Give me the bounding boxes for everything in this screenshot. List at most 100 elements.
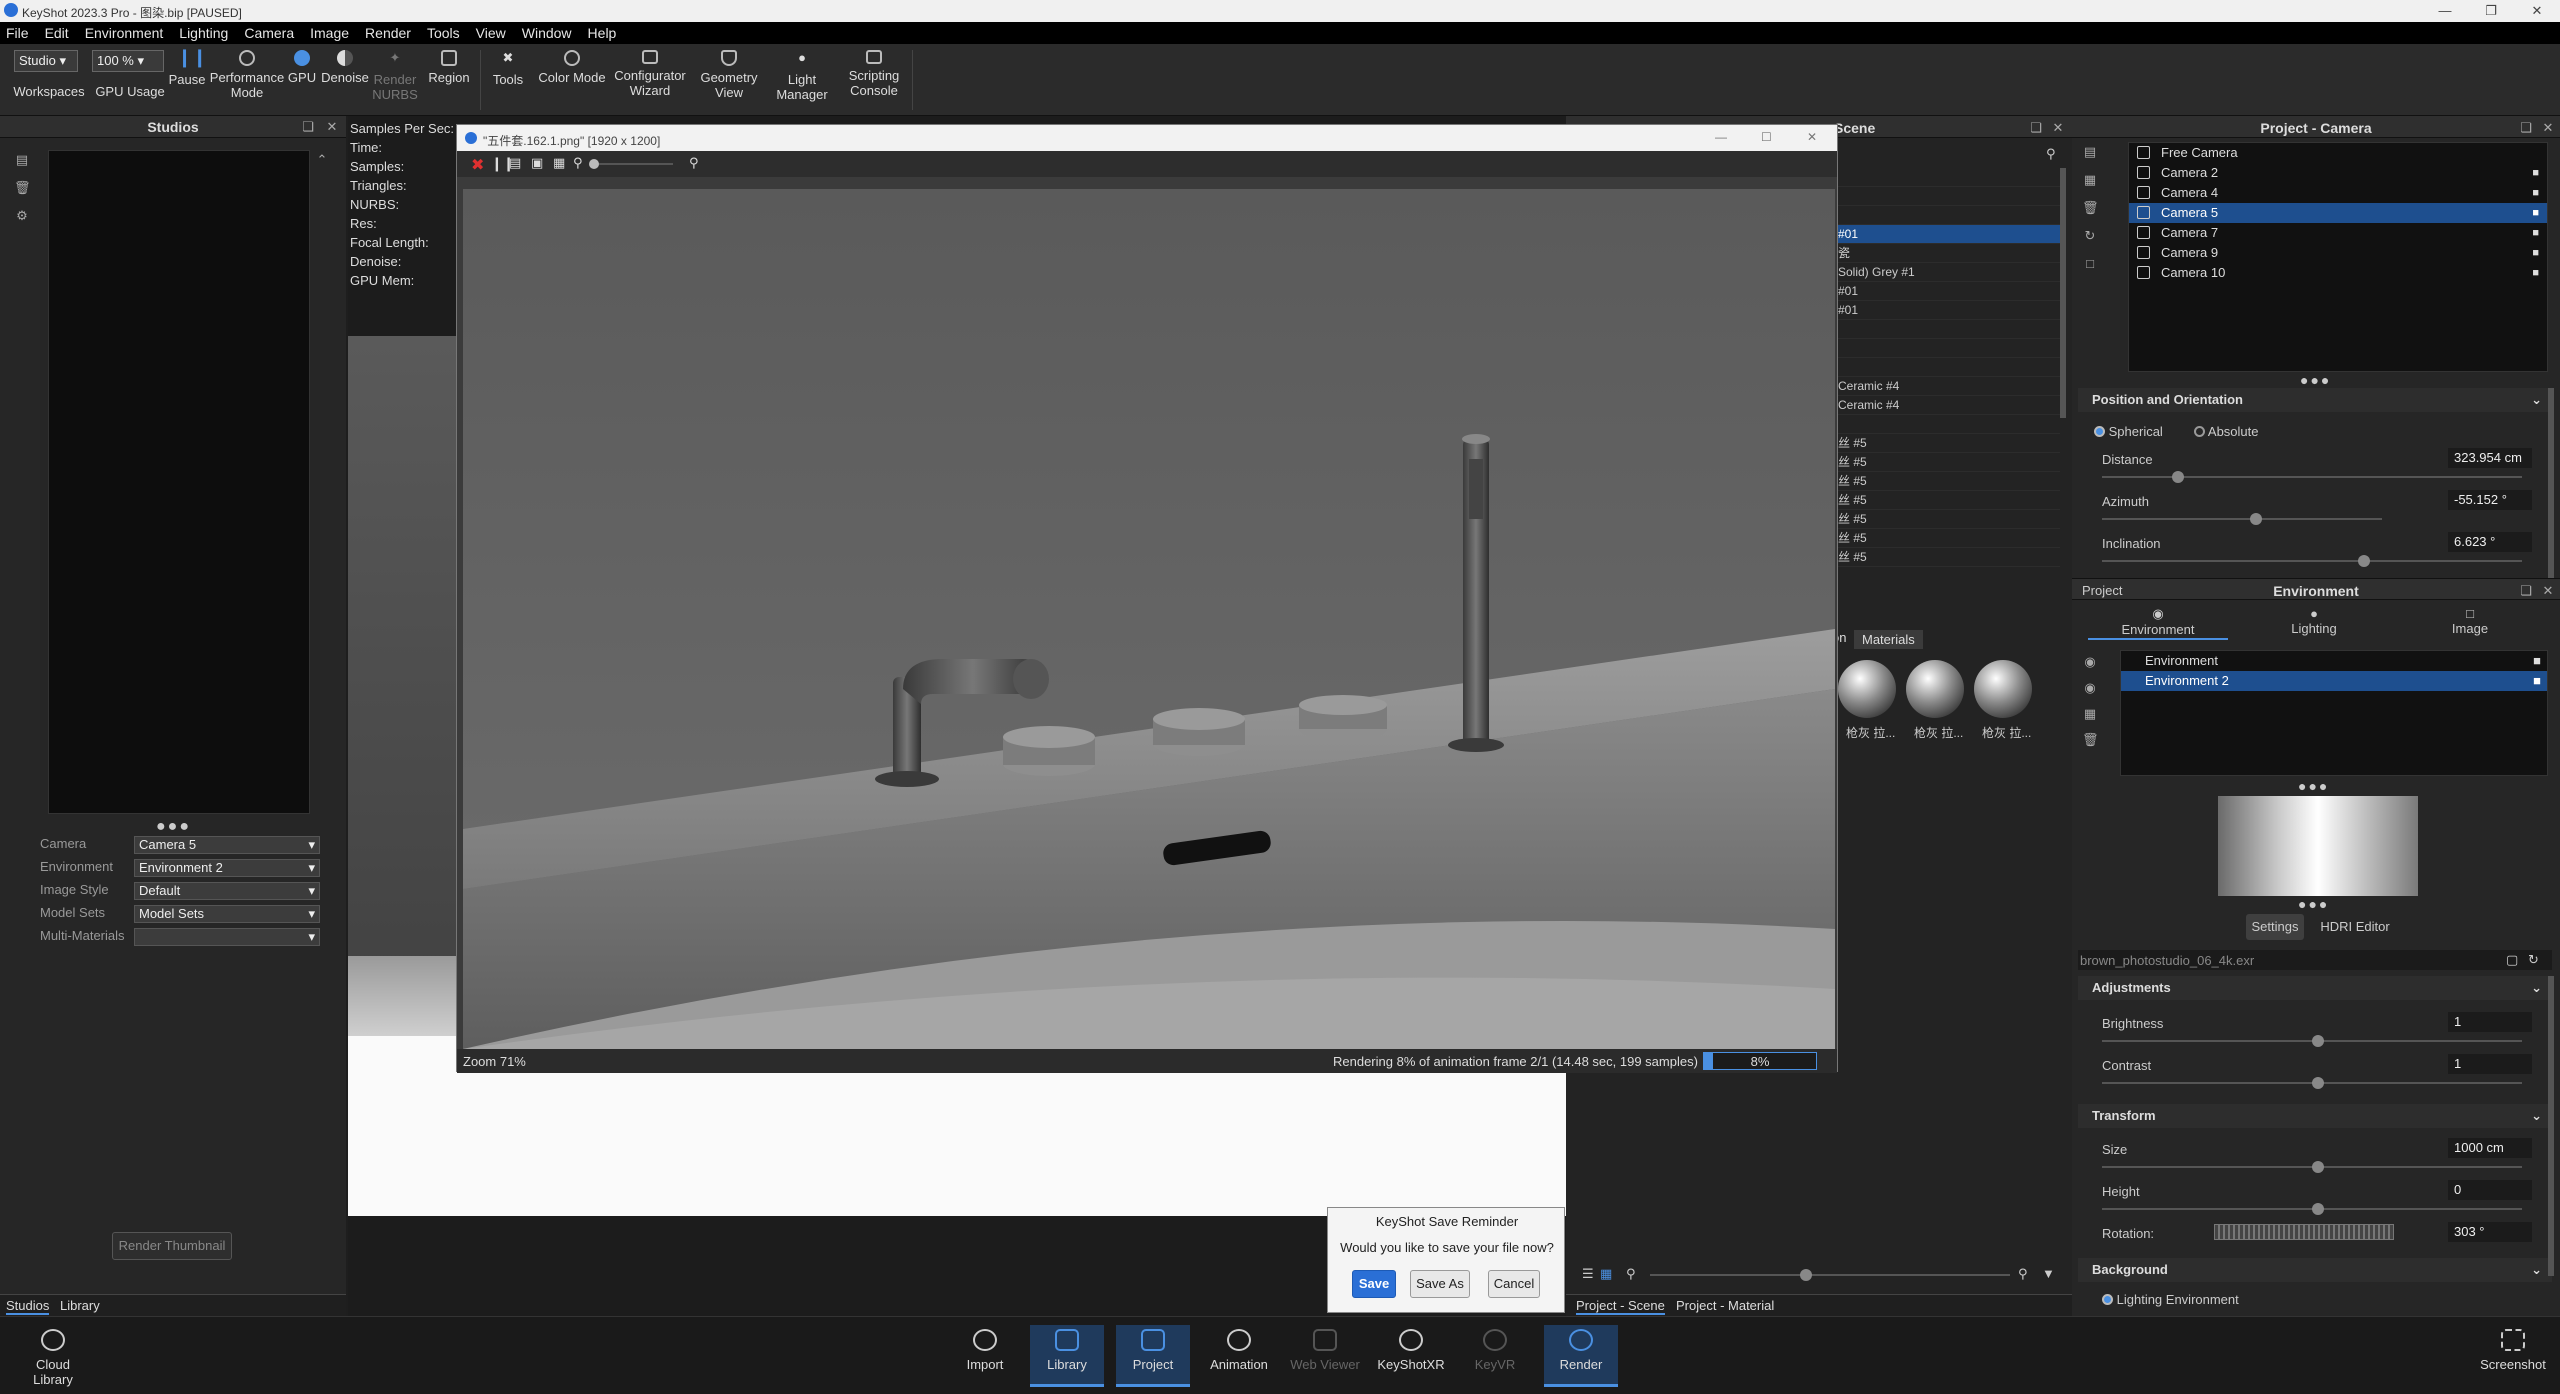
- float-panel-icon[interactable]: ❏: [2518, 583, 2534, 598]
- cloud-library-button[interactable]: Cloud Library: [16, 1325, 90, 1387]
- material-ball[interactable]: [1974, 660, 2032, 718]
- float-panel-icon[interactable]: ❏: [2028, 120, 2044, 135]
- grid-view-icon[interactable]: ▦: [1600, 1266, 1612, 1282]
- tab-materials[interactable]: Materials: [1854, 630, 1923, 649]
- menu-render[interactable]: Render: [365, 25, 411, 41]
- denoise-button[interactable]: Denoise: [320, 48, 370, 114]
- hdri-preview[interactable]: [2218, 796, 2418, 896]
- rotation-dial[interactable]: [2214, 1224, 2394, 1240]
- brightness-slider[interactable]: [2102, 1035, 2522, 1047]
- screenshot-button[interactable]: Screenshot: [2476, 1325, 2550, 1387]
- height-slider[interactable]: [2102, 1203, 2522, 1215]
- delete-environment-icon[interactable]: 🗑: [2082, 732, 2099, 747]
- material-ball[interactable]: [1906, 660, 1964, 718]
- gpu-usage-button[interactable]: GPU Usage: [92, 84, 168, 112]
- camera-list-item[interactable]: Camera 5 ■: [2129, 203, 2547, 223]
- gpu-toggle-button[interactable]: GPU: [286, 48, 318, 114]
- camera-list-item[interactable]: Camera 10 ■: [2129, 263, 2547, 283]
- brightness-field[interactable]: 1: [2448, 1012, 2532, 1032]
- collapse-up-icon[interactable]: ⌃: [314, 152, 330, 167]
- tab-project-material[interactable]: Project - Material: [1676, 1298, 1774, 1313]
- add-camera-icon[interactable]: ▤: [2082, 144, 2098, 159]
- lock-icon[interactable]: ■: [2532, 243, 2539, 263]
- maximize-icon[interactable]: ❐: [2468, 0, 2514, 22]
- environment-item[interactable]: Environment 2 ■: [2121, 671, 2547, 691]
- settings-gear-icon[interactable]: ⚙: [14, 208, 30, 223]
- tools-button[interactable]: ✖ Tools: [486, 48, 530, 114]
- fit-view-icon[interactable]: ▣: [531, 155, 543, 171]
- more-dots-icon[interactable]: ●●●: [2298, 778, 2329, 794]
- zoom-slider[interactable]: [589, 159, 673, 169]
- azimuth-slider[interactable]: [2102, 513, 2382, 525]
- menu-tools[interactable]: Tools: [427, 25, 460, 41]
- import-button[interactable]: Import: [948, 1325, 1022, 1387]
- region-button[interactable]: Region: [422, 48, 476, 114]
- environment-item[interactable]: Environment ■: [2121, 651, 2547, 671]
- stop-render-icon[interactable]: ✖: [471, 155, 484, 175]
- maximize-icon[interactable]: ☐: [1761, 130, 1772, 144]
- camera-list-item[interactable]: Camera 4 ■: [2129, 183, 2547, 203]
- inclination-slider[interactable]: [2102, 555, 2522, 567]
- tab-image[interactable]: □ Image: [2400, 606, 2540, 640]
- save-as-button[interactable]: Save As: [1410, 1270, 1470, 1298]
- render-thumbnail-button[interactable]: Render Thumbnail: [112, 1232, 232, 1260]
- menu-file[interactable]: File: [6, 25, 29, 41]
- camera-list-item[interactable]: Free Camera: [2129, 143, 2547, 163]
- inclination-field[interactable]: 6.623 °: [2448, 532, 2532, 552]
- environment-dropdown[interactable]: Environment 2 ▾: [134, 859, 320, 877]
- material-ball[interactable]: [1838, 660, 1896, 718]
- performance-mode-button[interactable]: Performance Mode: [208, 48, 286, 114]
- delete-studio-icon[interactable]: 🗑: [14, 180, 31, 195]
- reset-camera-icon[interactable]: ↻: [2082, 228, 2098, 243]
- multi-materials-dropdown[interactable]: ▾: [134, 928, 320, 946]
- adjustments-section[interactable]: Adjustments ⌄: [2078, 976, 2552, 1000]
- render-image[interactable]: [463, 189, 1835, 1049]
- keyshotxr-button[interactable]: KeyShotXR: [1374, 1325, 1448, 1387]
- zoom-out-icon[interactable]: ⚲: [1626, 1266, 1636, 1282]
- library-button[interactable]: Library: [1030, 1325, 1104, 1387]
- menu-window[interactable]: Window: [522, 25, 572, 41]
- pause-button[interactable]: ❙❙ Pause: [168, 48, 208, 114]
- lock-icon[interactable]: ■: [2532, 263, 2539, 283]
- lighting-environment-radio[interactable]: Lighting Environment: [2102, 1292, 2239, 1307]
- close-panel-icon[interactable]: ✕: [2540, 583, 2556, 598]
- menu-lighting[interactable]: Lighting: [179, 25, 228, 41]
- minimize-icon[interactable]: —: [1715, 130, 1727, 144]
- zoom-select[interactable]: 100 % ▾: [92, 50, 164, 72]
- environment-tools-icon[interactable]: ▦: [2082, 706, 2098, 721]
- minimize-icon[interactable]: —: [2422, 0, 2468, 22]
- refresh-icon[interactable]: ↻: [2528, 952, 2539, 968]
- actual-size-icon[interactable]: ▦: [553, 155, 565, 171]
- position-orientation-section[interactable]: Position and Orientation ⌄: [2078, 388, 2552, 412]
- menu-image[interactable]: Image: [310, 25, 349, 41]
- open-folder-icon[interactable]: ▢: [2506, 952, 2518, 968]
- filter-icon[interactable]: ▼: [2042, 1266, 2055, 1281]
- list-view-icon[interactable]: ☰: [1582, 1266, 1594, 1282]
- transform-section[interactable]: Transform ⌄: [2078, 1104, 2552, 1128]
- close-panel-icon[interactable]: ✕: [2540, 120, 2556, 135]
- more-dots-icon[interactable]: ●●●: [2298, 896, 2329, 912]
- thumbnail-size-slider[interactable]: [1650, 1269, 2010, 1281]
- duplicate-camera-icon[interactable]: ▦: [2082, 172, 2098, 187]
- workspaces-button[interactable]: Workspaces: [10, 84, 88, 112]
- menu-view[interactable]: View: [476, 25, 506, 41]
- camera-list-item[interactable]: Camera 9 ■: [2129, 243, 2547, 263]
- render-button[interactable]: Render: [1544, 1325, 1618, 1387]
- search-icon[interactable]: ⚲: [2018, 1266, 2028, 1282]
- more-dots-icon[interactable]: ●●●: [2300, 372, 2331, 388]
- save-render-icon[interactable]: ▤: [509, 155, 521, 171]
- web-viewer-button[interactable]: Web Viewer: [1288, 1325, 1362, 1387]
- keyvr-button[interactable]: KeyVR: [1458, 1325, 1532, 1387]
- color-mode-button[interactable]: Color Mode: [532, 48, 612, 114]
- close-icon[interactable]: ✕: [1807, 130, 1817, 144]
- lock-icon[interactable]: ■: [2532, 203, 2539, 223]
- menu-help[interactable]: Help: [588, 25, 617, 41]
- camera-scrollbar[interactable]: [2548, 388, 2554, 588]
- camera-list[interactable]: Free Camera Camera 2 ■ Camera 4 ■ Camera 5 ■ Ca…: [2128, 142, 2548, 372]
- tab-environment[interactable]: ◉ Environment: [2088, 606, 2228, 640]
- studios-list[interactable]: [48, 150, 310, 814]
- camera-list-item[interactable]: Camera 2 ■: [2129, 163, 2547, 183]
- animation-button[interactable]: Animation: [1202, 1325, 1276, 1387]
- menu-environment[interactable]: Environment: [85, 25, 164, 41]
- float-panel-icon[interactable]: ❏: [2518, 120, 2534, 135]
